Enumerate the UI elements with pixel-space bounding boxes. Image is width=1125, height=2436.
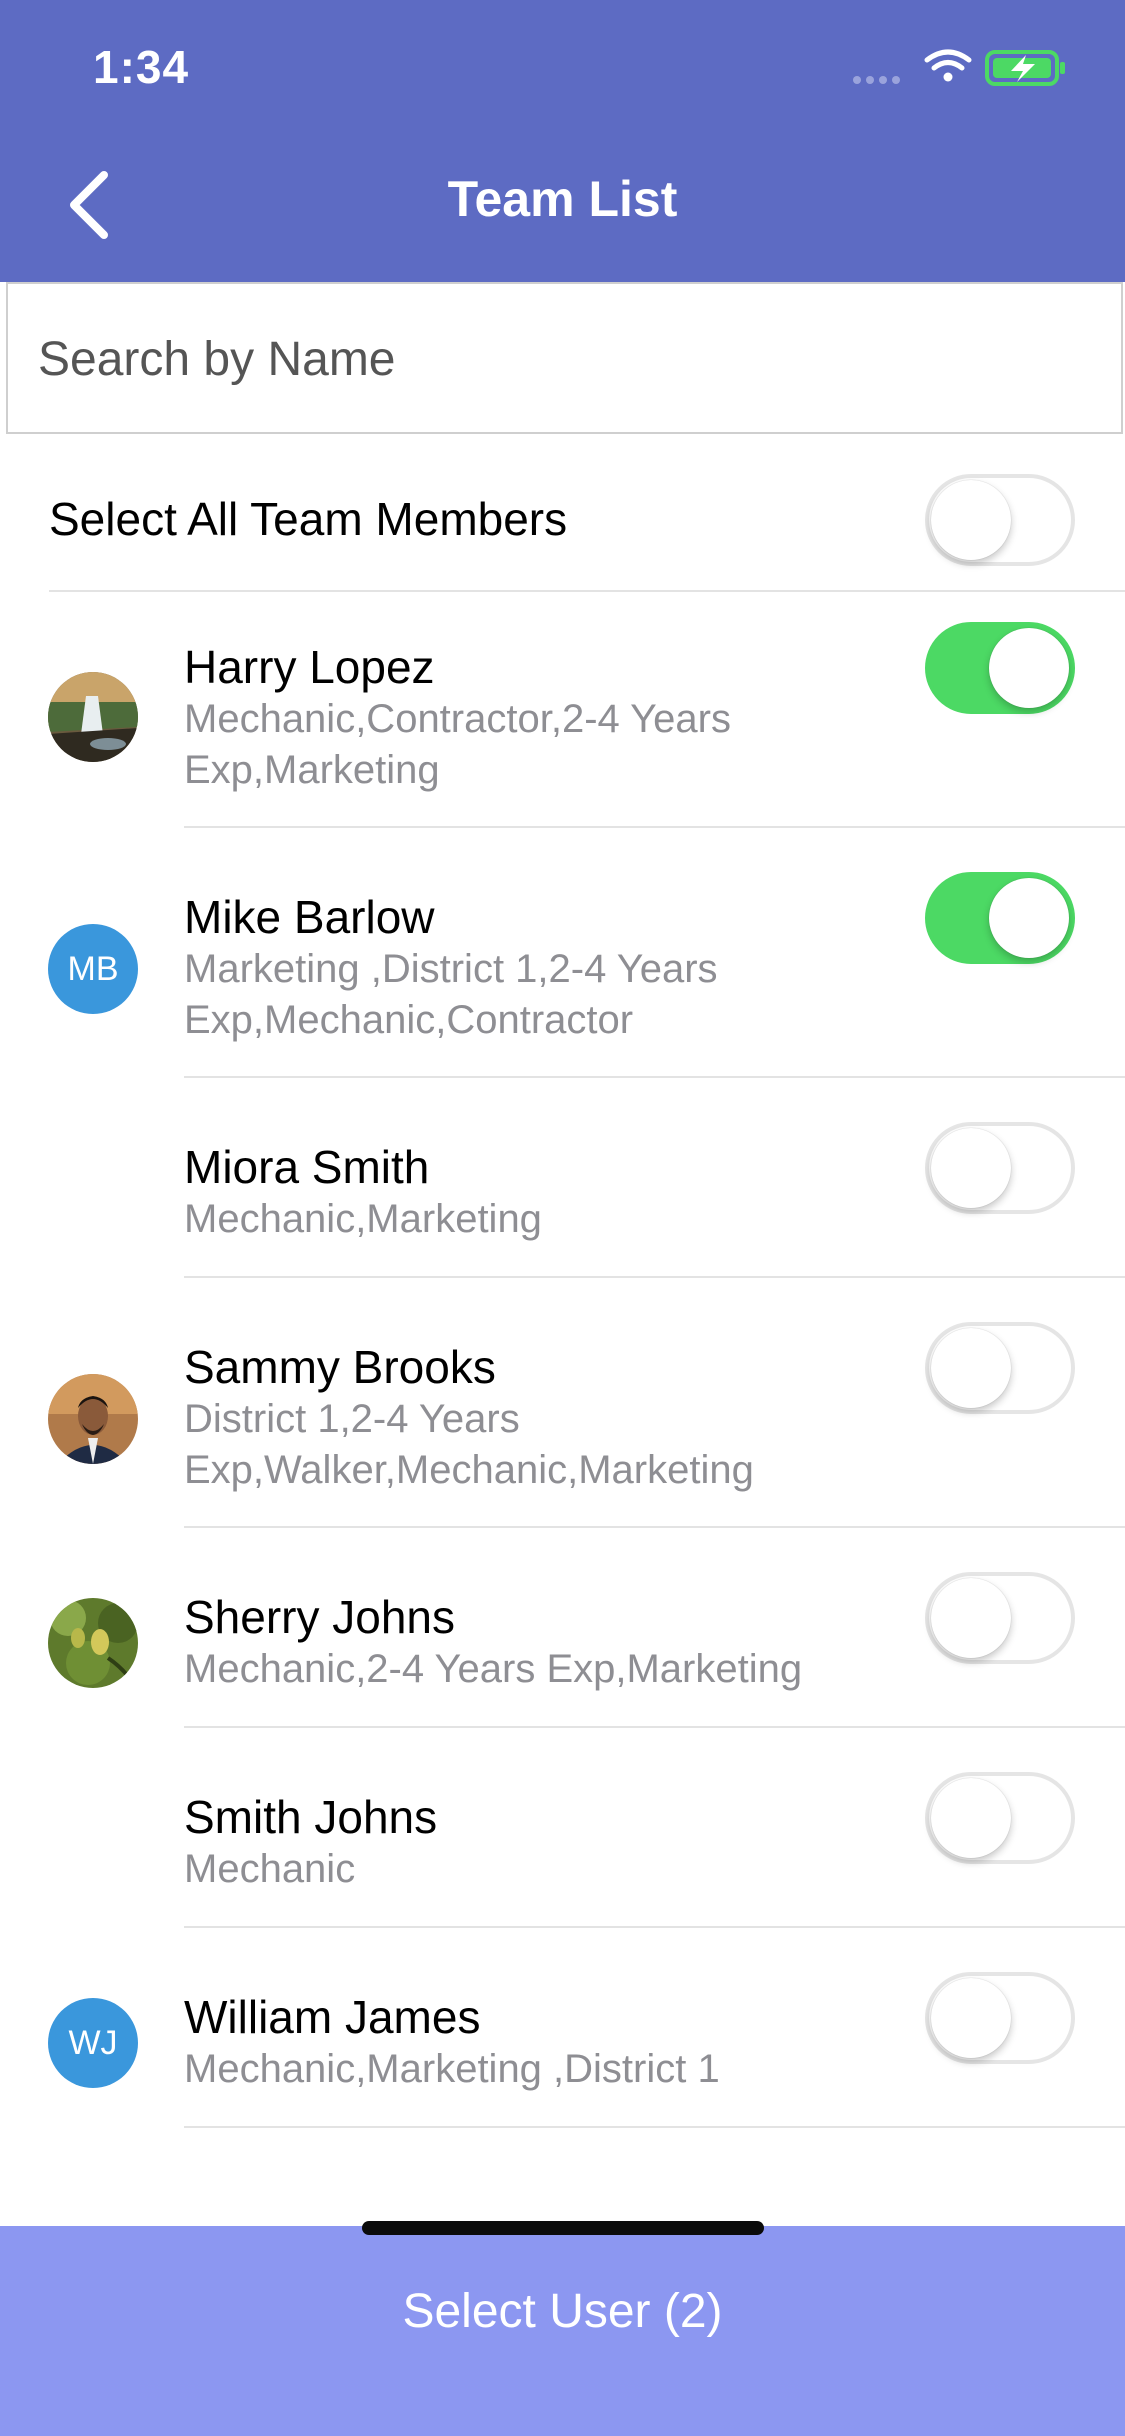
battery-charging-icon <box>985 50 1065 86</box>
member-toggle[interactable] <box>925 1572 1075 1664</box>
avatar-photo-sammy-brooks <box>48 1374 138 1464</box>
avatar-photo-harry-lopez <box>48 672 138 762</box>
member-toggle[interactable] <box>925 872 1075 964</box>
member-row-smith-johns[interactable]: Smith Johns Mechanic <box>0 1728 1125 1928</box>
signal-icon <box>853 76 900 84</box>
member-row-miora-smith[interactable]: Miora Smith Mechanic,Marketing <box>0 1078 1125 1278</box>
member-subtitle: Marketing ,District 1,2-4 Years Exp,Mech… <box>184 947 718 1042</box>
member-toggle[interactable] <box>925 1122 1075 1214</box>
toggle-knob <box>931 1778 1011 1858</box>
member-toggle[interactable] <box>925 1972 1075 2064</box>
member-name: Harry Lopez <box>184 641 435 693</box>
member-row-sammy-brooks[interactable]: Sammy Brooks District 1,2-4 Years Exp,Wa… <box>0 1278 1125 1528</box>
member-toggle[interactable] <box>925 622 1075 714</box>
divider <box>184 2126 1125 2128</box>
member-name: Miora Smith <box>184 1141 430 1193</box>
page-title: Team List <box>447 171 678 227</box>
toggle-knob <box>931 1128 1011 1208</box>
member-name: Mike Barlow <box>184 891 435 943</box>
nav-header: 1:34 Team List <box>0 0 1125 282</box>
select-all-row: Select All Team Members <box>0 436 1125 592</box>
member-subtitle: Mechanic,2-4 Years Exp,Marketing <box>184 1647 803 1691</box>
member-subtitle: District 1,2-4 Years Exp,Walker,Mechanic… <box>184 1397 754 1492</box>
member-toggle[interactable] <box>925 1322 1075 1414</box>
wifi-icon <box>924 49 972 82</box>
member-subtitle: Mechanic,Marketing <box>184 1197 542 1241</box>
toggle-knob <box>931 1328 1011 1408</box>
select-user-button[interactable]: Select User (2) <box>0 2226 1125 2436</box>
plant-photo-icon <box>48 1598 138 1688</box>
search-input[interactable] <box>36 284 1100 434</box>
toggle-knob <box>931 1578 1011 1658</box>
toggle-knob <box>931 480 1011 560</box>
member-row-william-james[interactable]: WJ William James Mechanic,Marketing ,Dis… <box>0 1928 1125 2128</box>
portrait-photo-icon <box>48 1374 138 1464</box>
toggle-knob <box>989 878 1069 958</box>
toggle-knob <box>989 628 1069 708</box>
member-name: Sammy Brooks <box>184 1341 496 1393</box>
search-container <box>6 282 1123 434</box>
waterfall-photo-icon <box>48 672 138 762</box>
member-subtitle: Mechanic <box>184 1847 356 1891</box>
select-all-toggle[interactable] <box>925 474 1075 566</box>
avatar-initials-william-james: WJ <box>48 1998 138 2088</box>
select-user-label: Select User (2) <box>402 2285 723 2338</box>
member-name: William James <box>184 1991 481 2043</box>
member-row-sherry-johns[interactable]: Sherry Johns Mechanic,2-4 Years Exp,Mark… <box>0 1528 1125 1728</box>
status-icons <box>853 49 1065 86</box>
member-subtitle: Mechanic,Marketing ,District 1 <box>184 2047 720 2091</box>
status-time: 1:34 <box>93 41 190 93</box>
select-all-label: Select All Team Members <box>49 493 568 545</box>
member-row-mike-barlow[interactable]: MB Mike Barlow Marketing ,District 1,2-4… <box>0 828 1125 1078</box>
member-name: Smith Johns <box>184 1791 438 1843</box>
member-toggle[interactable] <box>925 1772 1075 1864</box>
avatar-photo-sherry-johns <box>48 1598 138 1688</box>
toggle-knob <box>931 1978 1011 2058</box>
team-list-screen: 1:34 Team List Search by Name Select All… <box>0 0 1125 2436</box>
member-subtitle: Mechanic,Contractor,2-4 Years Exp,Market… <box>184 697 731 792</box>
avatar-initials-mike-barlow: MB <box>48 924 138 1014</box>
member-name: Sherry Johns <box>184 1591 456 1643</box>
member-row-harry-lopez[interactable]: Harry Lopez Mechanic,Contractor,2-4 Year… <box>0 592 1125 828</box>
